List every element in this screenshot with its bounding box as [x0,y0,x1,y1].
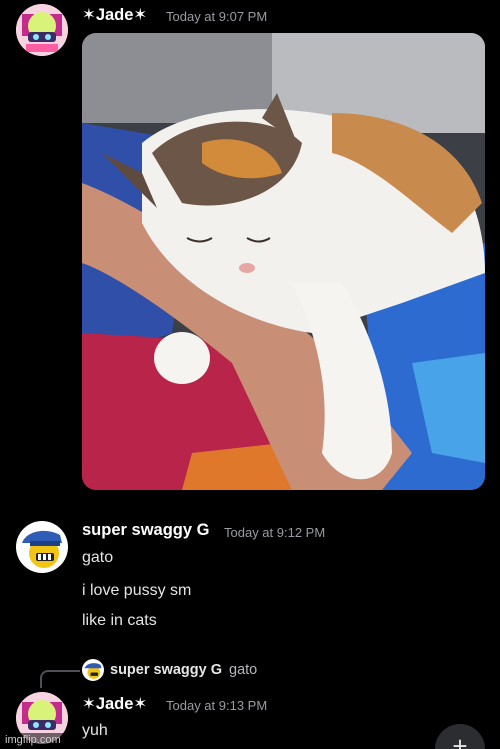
cat-photo-attachment[interactable] [82,33,485,490]
timestamp: Today at 9:07 PM [166,9,268,24]
message-line: yuh [82,722,108,739]
reply-preview-text[interactable]: gato [229,662,257,678]
swaggy-g-avatar[interactable] [16,521,68,573]
reply-avatar[interactable] [82,659,104,681]
reply-connector [40,670,80,688]
swaggy-g-avatar-image [16,521,68,573]
author-name[interactable]: super swaggy G [82,521,209,540]
timestamp: Today at 9:13 PM [166,698,268,713]
cat-photo-image [82,33,485,490]
message-jade-reply: ✶Jade✶ Today at 9:13 PM yuh [0,690,500,749]
jade-avatar-image [16,4,68,56]
message-line: gato [82,549,114,566]
message-swaggy-g: super swaggy G Today at 9:12 PM gato i l… [0,505,500,645]
message-line: like in cats [82,612,157,629]
watermark: imgflip.com [2,733,64,747]
reply-avatar-image [82,659,104,681]
reply-author[interactable]: super swaggy G [110,662,222,678]
message-line: i love pussy sm [82,582,192,599]
message-jade-photo: ✶Jade✶ Today at 9:07 PM [0,0,500,500]
timestamp: Today at 9:12 PM [224,525,326,540]
jade-avatar[interactable] [16,4,68,56]
author-name[interactable]: ✶Jade✶ [82,694,147,714]
author-name[interactable]: ✶Jade✶ [82,5,147,25]
